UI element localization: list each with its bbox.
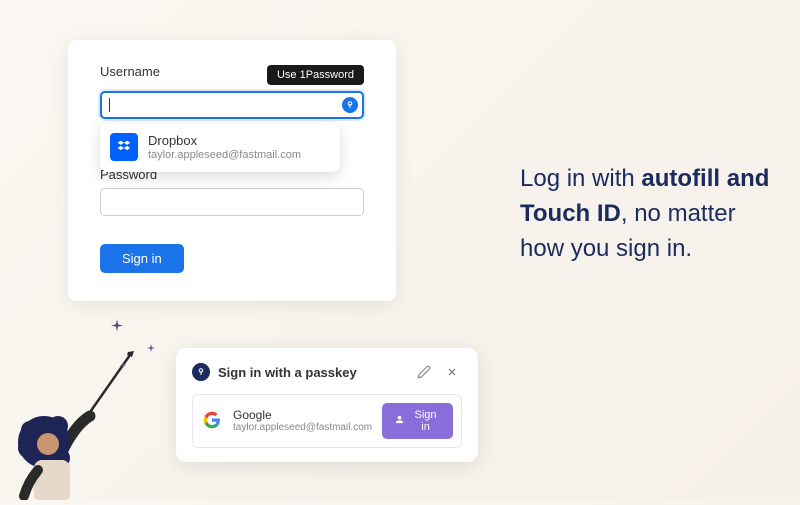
login-card: Username Use 1Password Dropbox taylor.ap… <box>68 40 396 301</box>
headline-part1: Log in with <box>520 165 641 192</box>
suggestion-title: Dropbox <box>148 133 301 149</box>
passkey-email: taylor.appleseed@fastmail.com <box>233 422 372 434</box>
sparkle-icon <box>118 358 128 376</box>
sparkle-icon <box>145 342 157 360</box>
close-icon[interactable] <box>442 362 462 382</box>
person-illustration <box>0 300 180 500</box>
passkey-card: Sign in with a passkey Google taylor.app… <box>176 348 478 462</box>
passkey-button-label: Sign in <box>410 409 441 433</box>
marketing-headline: Log in with autofill and Touch ID, no ma… <box>520 162 780 266</box>
use-1password-tooltip[interactable]: Use 1Password <box>267 65 364 85</box>
edit-icon[interactable] <box>414 362 434 382</box>
passkey-provider-name: Google <box>233 408 372 422</box>
password-input[interactable] <box>100 188 364 216</box>
username-label: Username <box>100 64 160 79</box>
passkey-signin-button[interactable]: Sign in <box>382 403 453 439</box>
suggestion-email: taylor.appleseed@fastmail.com <box>148 149 301 162</box>
username-input[interactable] <box>100 91 364 119</box>
signin-button[interactable]: Sign in <box>100 244 184 273</box>
text-cursor <box>109 98 110 112</box>
dropbox-icon <box>110 133 138 161</box>
passkey-item[interactable]: Google taylor.appleseed@fastmail.com Sig… <box>192 394 462 448</box>
sparkle-icon <box>108 318 126 341</box>
autofill-suggestion[interactable]: Dropbox taylor.appleseed@fastmail.com <box>100 123 340 172</box>
passkey-header-title: Sign in with a passkey <box>218 365 406 380</box>
onepassword-field-icon[interactable] <box>342 97 358 113</box>
google-icon <box>203 411 223 431</box>
onepassword-logo-icon <box>192 363 210 381</box>
person-icon <box>394 414 405 428</box>
